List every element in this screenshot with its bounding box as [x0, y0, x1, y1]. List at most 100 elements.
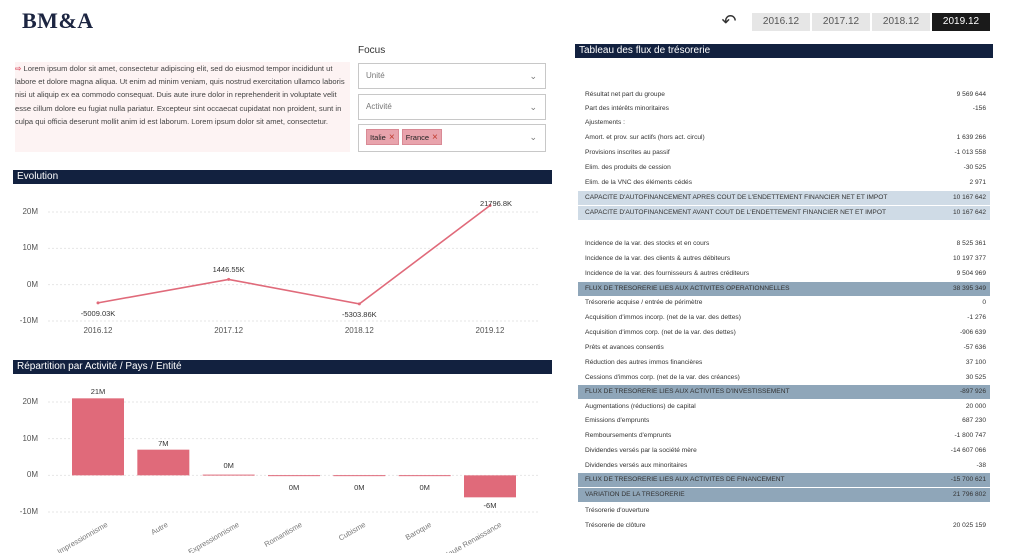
row-value: -30 525	[963, 164, 986, 171]
y-tick-label: -10M	[19, 507, 38, 516]
activity-dropdown[interactable]: Activité ⌄	[358, 94, 546, 120]
row-value: -897 926	[959, 388, 986, 395]
row-label: Amort. et prov. sur actifs (hors act. ci…	[585, 134, 705, 141]
x-tick-label: 2018.12	[344, 326, 374, 335]
year-tabs: 2016.12 2017.12 2018.12 2019.12	[752, 13, 990, 31]
table-row: Provisions inscrites au passif -1 013 558	[578, 146, 990, 160]
table-row: Incidence de la var. des fournisseurs & …	[578, 267, 990, 281]
table-row: CAPACITE D'AUTOFINANCEMENT AVANT COUT DE…	[578, 206, 990, 220]
unit-dropdown[interactable]: Unité ⌄	[358, 63, 546, 89]
row-value: 0	[982, 299, 986, 306]
row-value: 9 504 969	[956, 270, 986, 277]
series-line	[97, 204, 491, 305]
row-label: Acquisition d'immos incorp. (net de la v…	[585, 314, 741, 321]
y-tick-label: 20M	[22, 207, 38, 216]
row-label: Incidence de la var. des fournisseurs & …	[585, 270, 750, 277]
table-row: FLUX DE TRESORERIE LIES AUX ACTIVITES OP…	[578, 282, 990, 296]
close-icon[interactable]: ×	[432, 132, 438, 143]
table-row: Acquisition d'immos incorp. (net de la v…	[578, 311, 990, 325]
bar	[398, 475, 451, 477]
row-value: 21 796 802	[952, 491, 986, 498]
row-value: 1 639 266	[956, 134, 986, 141]
tab-2018[interactable]: 2018.12	[872, 13, 930, 31]
row-value: -14 607 066	[950, 447, 986, 454]
row-label: Trésorerie de clôture	[585, 522, 646, 529]
row-value: 30 525	[965, 374, 986, 381]
row-value: 10 197 377	[952, 255, 986, 262]
table-row: Elim. des produits de cession -30 525	[578, 161, 990, 175]
data-label: 1446.55K	[212, 265, 245, 275]
chevron-down-icon: ⌄	[529, 132, 537, 142]
bar	[268, 475, 320, 477]
y-tick-label: -10M	[19, 316, 38, 325]
table-row: FLUX DE TRESORERIE LIES AUX ACTIVITES DE…	[578, 473, 990, 487]
row-label: Provisions inscrites au passif	[585, 149, 670, 156]
evolution-header: Evolution	[13, 170, 552, 184]
data-label: -5303.86K	[342, 309, 377, 319]
data-label: -6M	[483, 501, 497, 511]
row-label: Trésorerie d'ouverture	[585, 507, 650, 514]
data-point	[96, 301, 100, 305]
row-value: 37 100	[965, 359, 986, 366]
chip-label: France	[405, 133, 430, 142]
bar	[464, 475, 516, 498]
row-label: FLUX DE TRESORERIE LIES AUX ACTIVITES OP…	[585, 285, 790, 292]
row-label: Elim. des produits de cession	[585, 164, 671, 171]
row-label: Incidence de la var. des clients & autre…	[585, 255, 731, 262]
row-value: 687 230	[962, 417, 986, 424]
back-arrow-icon[interactable]: ↶	[718, 11, 740, 31]
data-label: 0M	[288, 483, 300, 493]
tab-2019[interactable]: 2019.12	[932, 13, 990, 31]
table-row: Dividendes versés par la société mère -14…	[578, 444, 990, 458]
row-label: Dividendes versés par la société mère	[585, 447, 697, 454]
row-label: FLUX DE TRESORERIE LIES AUX ACTIVITES DE…	[585, 476, 785, 483]
y-tick-label: 10M	[22, 433, 38, 443]
bar	[333, 475, 386, 477]
x-tick-label: Baroque	[403, 520, 433, 542]
x-tick-label: Cubisme	[337, 520, 368, 543]
country-dropdown[interactable]: Italie × France × ⌄	[358, 124, 546, 152]
table-row: Trésorerie d'ouverture	[578, 504, 990, 518]
tab-2017[interactable]: 2017.12	[812, 13, 870, 31]
row-label: Part des intérêts minoritaires	[585, 105, 669, 112]
close-icon[interactable]: ×	[389, 132, 395, 143]
table-row: Trésorerie de clôture 20 025 159	[578, 519, 990, 533]
y-tick-label: 10M	[22, 243, 38, 253]
x-tick-label: Romantisme	[262, 520, 304, 549]
row-label: Emissions d'emprunts	[585, 417, 650, 424]
y-tick-label: 0M	[26, 470, 38, 480]
row-value: 20 000	[965, 403, 986, 410]
row-value: -1 276	[967, 314, 986, 321]
tab-2016[interactable]: 2016.12	[752, 13, 810, 31]
activity-dropdown-label: Activité	[366, 102, 392, 111]
row-value: 38 395 349	[952, 285, 986, 292]
x-tick-label: Haute Renaissance	[441, 520, 503, 553]
row-value: -57 636	[963, 344, 986, 351]
y-tick-label: 0M	[26, 279, 38, 289]
row-label: Remboursements d'emprunts	[585, 432, 672, 439]
table-row: Acquisition d'immos corp. (net de la var…	[578, 326, 990, 340]
table-row: Incidence de la var. des stocks et en co…	[578, 237, 990, 251]
row-label: Acquisition d'immos corp. (net de la var…	[585, 329, 736, 336]
row-label: CAPACITE D'AUTOFINANCEMENT AVANT COUT DE…	[585, 209, 886, 216]
row-label: Cessions d'immos corp. (net de la var. d…	[585, 374, 740, 381]
table-row: Amort. et prov. sur actifs (hors act. ci…	[578, 131, 990, 145]
table-row: FLUX DE TRESORERIE LIES AUX ACTIVITES D'…	[578, 385, 990, 399]
table-row: Elim. de la VNC des éléments cédés 2 971	[578, 176, 990, 190]
row-label: Augmentations (réductions) de capital	[585, 403, 696, 410]
unit-dropdown-label: Unité	[366, 71, 385, 80]
brand-logo: BM&A	[22, 8, 94, 33]
cashflow-header: Tableau des flux de trésorerie	[575, 44, 993, 58]
data-label: 21M	[90, 387, 106, 397]
data-label: 0M	[419, 483, 430, 493]
row-label: Dividendes versés aux minoritaires	[585, 462, 688, 469]
chip-france: France ×	[401, 129, 442, 145]
row-value: 20 025 159	[952, 522, 986, 529]
data-label: 0M	[223, 460, 234, 470]
arrow-icon: ⇨	[15, 64, 22, 73]
data-label: 7M	[158, 438, 169, 448]
x-tick-label: 2019.12	[475, 326, 505, 335]
row-label: Incidence de la var. des stocks et en co…	[585, 240, 710, 247]
bar	[137, 449, 190, 476]
focus-title: Focus	[358, 45, 386, 56]
